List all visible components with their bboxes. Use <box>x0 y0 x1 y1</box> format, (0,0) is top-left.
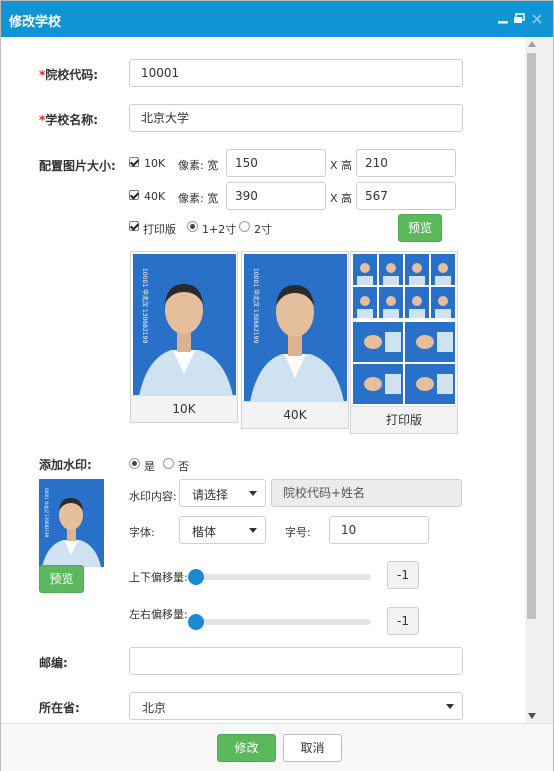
height-label-40k: X 高 <box>330 192 353 205</box>
cancel-button[interactable]: 取消 <box>283 734 342 762</box>
watermark-content-label: 水印内容: <box>129 490 177 503</box>
province-label: 所在省: <box>39 701 80 715</box>
portrait-photo-40k: 10001 华北汉 130682199 <box>244 254 347 402</box>
dialog-footer: 修改 取消 <box>1 723 553 771</box>
vertical-offset-slider[interactable] <box>191 574 371 580</box>
option-2-inch: 2寸 <box>254 223 272 236</box>
province-select-value: 北京 <box>142 701 167 715</box>
horizontal-offset-slider-handle[interactable] <box>188 614 204 630</box>
school-code-label: *院校代码: <box>39 66 98 83</box>
edit-school-dialog: 修改学校 *院校代码: 10001 *学校名称: 北京大学 配置图片大小: 10… <box>0 0 554 771</box>
watermark-photo-sidebar-text: 10001 华北汉 130682199 <box>44 487 50 538</box>
font-size-input[interactable]: 10 <box>329 516 429 544</box>
dialog-titlebar: 修改学校 <box>1 1 553 37</box>
preview-card-print: 打印版 <box>350 251 458 434</box>
chevron-down-icon <box>249 528 257 533</box>
school-name-label: *学校名称: <box>39 111 98 128</box>
horizontal-offset-slider[interactable] <box>191 619 371 625</box>
watermark-photo: 10001 华北汉 130682199 <box>39 479 104 567</box>
width-input-10k[interactable]: 150 <box>226 149 326 177</box>
preview-caption-10k: 10K <box>131 395 237 422</box>
vertical-offset-slider-handle[interactable] <box>188 569 204 585</box>
school-name-input[interactable]: 北京大学 <box>129 104 463 132</box>
dialog-title: 修改学校 <box>9 15 62 30</box>
preview-card-10k: 10001 华北汉 130682199 10K <box>130 251 238 423</box>
watermark-preview-button[interactable]: 预览 <box>39 565 84 593</box>
scroll-up-icon[interactable] <box>528 41 536 47</box>
checkbox-40k[interactable] <box>129 190 139 200</box>
height-input-40k[interactable]: 567 <box>356 182 456 210</box>
school-code-label-text: 院校代码: <box>45 68 99 82</box>
horizontal-offset-label: 左右偏移量: <box>129 608 188 621</box>
submit-button[interactable]: 修改 <box>217 734 276 762</box>
pixel-width-label-10k: 像素: 宽 <box>178 159 219 172</box>
province-select[interactable]: 北京 <box>129 692 463 720</box>
vertical-offset-value: -1 <box>387 561 419 589</box>
watermark-content-select-value: 请选择 <box>192 488 229 502</box>
pixel-width-label-40k: 像素: 宽 <box>178 192 219 205</box>
content-scrollbar[interactable] <box>525 37 553 723</box>
restore-icon[interactable] <box>513 13 525 25</box>
portrait-photo-10k: 10001 华北汉 130682199 <box>133 254 236 396</box>
chevron-down-icon <box>249 491 257 496</box>
watermark-content-select[interactable]: 请选择 <box>179 479 266 507</box>
height-label-10k: X 高 <box>330 159 353 172</box>
minimize-icon[interactable] <box>497 13 509 25</box>
image-preview-button[interactable]: 预览 <box>398 214 442 242</box>
preview-caption-print: 打印版 <box>351 406 457 433</box>
checkbox-10k[interactable] <box>129 157 139 167</box>
school-name-label-text: 学校名称: <box>45 113 99 127</box>
height-input-10k[interactable]: 210 <box>356 149 456 177</box>
vertical-offset-label: 上下偏移量: <box>129 571 188 584</box>
size-name-40k: 40K <box>144 190 166 203</box>
radio-watermark-yes[interactable] <box>129 458 140 469</box>
radio-watermark-no[interactable] <box>163 458 174 469</box>
photo-sidebar-text: 10001 华北汉 130682199 <box>141 268 149 343</box>
dialog-content: *院校代码: 10001 *学校名称: 北京大学 配置图片大小: 10K 像素:… <box>1 37 525 723</box>
postcode-input[interactable] <box>129 647 463 675</box>
preview-caption-40k: 40K <box>242 401 348 428</box>
radio-2-inch[interactable] <box>239 221 250 232</box>
preview-card-40k: 10001 华北汉 130682199 40K <box>241 251 349 429</box>
width-input-40k[interactable]: 390 <box>226 182 326 210</box>
radio-1plus2-inch[interactable] <box>187 221 198 232</box>
horizontal-offset-value: -1 <box>387 607 419 635</box>
scroll-down-icon[interactable] <box>528 713 536 719</box>
watermark-content-value[interactable]: 院校代码+姓名 <box>271 479 462 507</box>
checkbox-print[interactable] <box>129 221 139 231</box>
photo-sidebar-text: 10001 华北汉 130682199 <box>252 268 260 343</box>
watermark-yes-label: 是 <box>144 460 155 473</box>
size-name-10k: 10K <box>144 157 166 170</box>
font-label: 字体: <box>129 526 155 539</box>
font-size-label: 字号: <box>285 526 311 539</box>
font-select-value: 楷体 <box>192 525 217 539</box>
watermark-label: 添加水印: <box>39 458 92 472</box>
close-icon[interactable] <box>531 13 543 25</box>
print-label: 打印版 <box>143 223 176 236</box>
image-size-label: 配置图片大小: <box>39 159 116 173</box>
chevron-down-icon <box>446 704 454 709</box>
school-code-input[interactable]: 10001 <box>129 59 463 87</box>
option-1plus2-inch: 1+2寸 <box>202 223 237 236</box>
font-select[interactable]: 楷体 <box>179 516 266 544</box>
postcode-label: 邮编: <box>39 656 68 670</box>
watermark-no-label: 否 <box>178 460 189 473</box>
scrollbar-thumb[interactable] <box>527 53 536 619</box>
print-sheet-preview <box>353 254 456 406</box>
